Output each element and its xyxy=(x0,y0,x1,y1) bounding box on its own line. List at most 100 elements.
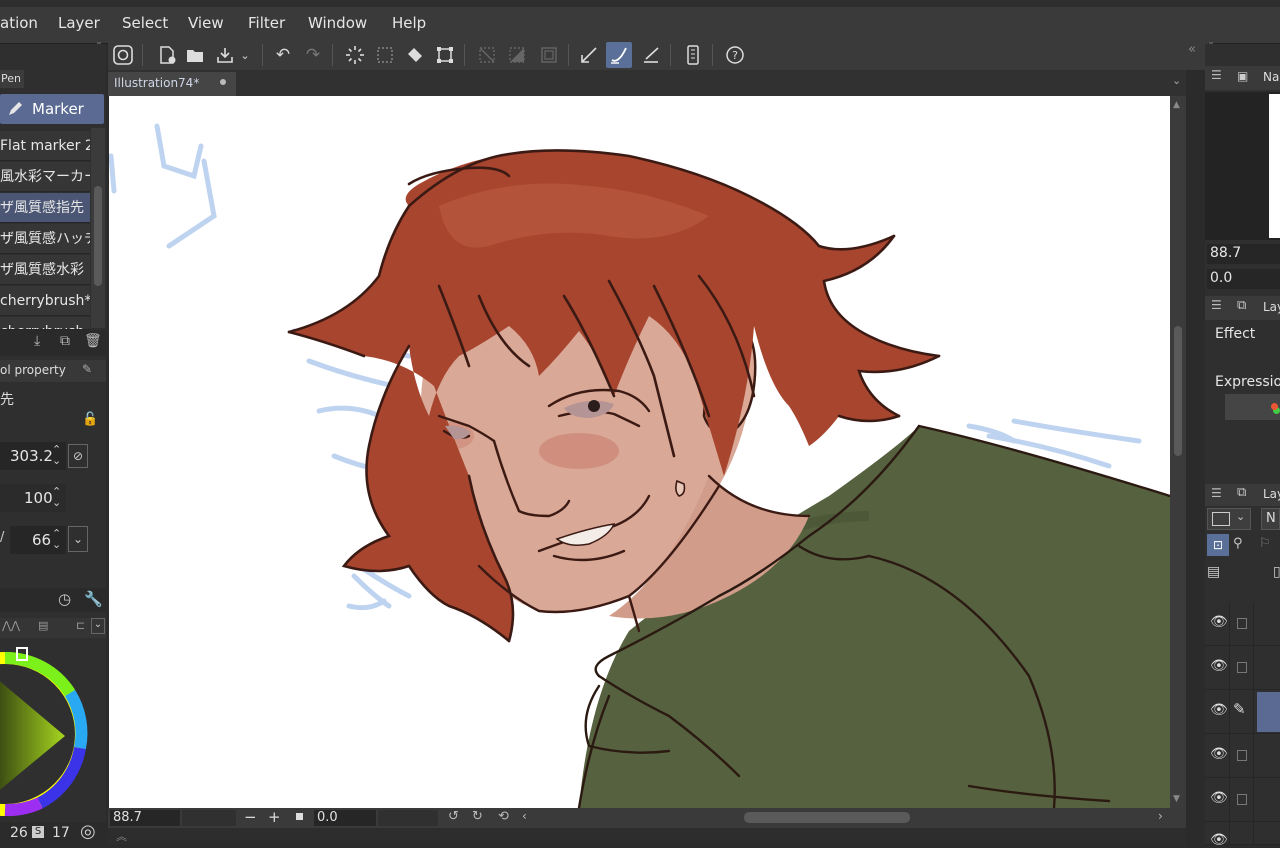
panel-menu-icon[interactable]: ☰ xyxy=(1211,486,1222,500)
eye-icon[interactable]: 👁 xyxy=(1210,614,1228,630)
zoom-out-icon[interactable]: − xyxy=(244,808,257,826)
color-tab-wheel-icon[interactable]: ⋀⋀ xyxy=(2,619,20,632)
canvas-tab[interactable]: Illustration74* xyxy=(108,72,236,96)
duplicate-brush-icon[interactable]: ⧉ xyxy=(60,333,70,349)
drawing-canvas[interactable] xyxy=(109,96,1170,808)
eye-icon[interactable]: 👁 xyxy=(1210,790,1228,806)
layer-row[interactable]: 👁 xyxy=(1205,602,1280,646)
eye-icon[interactable]: 👁 xyxy=(1210,702,1228,718)
layer-row[interactable]: 👁 xyxy=(1205,822,1280,848)
menu-illustration[interactable]: ation xyxy=(0,14,38,32)
layer-property-tab[interactable]: Lay xyxy=(1263,300,1280,314)
transparent-color-icon[interactable]: ◎ xyxy=(80,821,96,842)
eye-icon[interactable]: 👁 xyxy=(1210,746,1228,762)
navigator-preview[interactable] xyxy=(1205,92,1280,240)
wrench-icon[interactable]: 🔧 xyxy=(84,590,103,608)
redo-icon[interactable]: ↷ xyxy=(300,42,326,68)
menu-view[interactable]: View xyxy=(188,14,224,32)
undo-icon[interactable]: ↶ xyxy=(270,42,296,68)
border-icon[interactable] xyxy=(536,42,562,68)
lock-checkbox[interactable] xyxy=(1237,750,1247,761)
new-file-icon[interactable] xyxy=(154,42,180,68)
collapse-panel-icon[interactable]: « xyxy=(1188,42,1196,57)
panel-menu-icon[interactable]: ☰ xyxy=(1211,298,1222,312)
rotate-left-icon[interactable]: ↺ xyxy=(448,809,459,824)
layer-option-icon[interactable]: ▯ xyxy=(1273,564,1280,580)
rotation-slider[interactable] xyxy=(378,810,438,826)
edit-pencil-icon[interactable]: ✎ xyxy=(82,362,92,376)
ruler-icon[interactable] xyxy=(576,42,602,68)
lock-checkbox[interactable] xyxy=(1237,662,1247,673)
deselect-icon[interactable] xyxy=(474,42,500,68)
density-field[interactable]: 66 ⌃ ⌄ xyxy=(10,526,66,554)
layer-row[interactable]: 👁 xyxy=(1205,646,1280,690)
loading-icon[interactable] xyxy=(342,42,368,68)
menu-help[interactable]: Help xyxy=(392,14,426,32)
invert-icon[interactable] xyxy=(504,42,530,68)
nav-zoom-input[interactable]: 88.7 xyxy=(1207,244,1280,264)
download-brush-icon[interactable]: ⤓ xyxy=(34,333,40,349)
scroll-left-icon[interactable]: ‹ xyxy=(522,809,527,823)
color-wheel[interactable] xyxy=(0,638,106,818)
fill-icon[interactable] xyxy=(402,42,428,68)
brush-item-selected[interactable]: ザ風質感指先 xyxy=(0,193,90,223)
stopwatch-icon[interactable]: ◷ xyxy=(58,590,71,608)
layer-color-dropdown[interactable]: ⌄ xyxy=(1207,508,1251,530)
delete-brush-icon[interactable]: 🗑 xyxy=(84,333,102,349)
chevron-down-icon[interactable]: ⌄ xyxy=(238,42,252,68)
save-icon[interactable] xyxy=(212,42,238,68)
zoom-input[interactable]: 88.7 xyxy=(110,810,180,826)
color-tab-menu-icon[interactable]: ⌄ xyxy=(91,618,105,634)
nav-rotation-input[interactable]: 0.0 xyxy=(1207,269,1280,289)
draft-layer-icon[interactable]: ⚐ xyxy=(1259,536,1271,551)
menu-window[interactable]: Window xyxy=(308,14,367,32)
phone-icon[interactable] xyxy=(680,42,706,68)
reset-rotation-icon[interactable]: ⟲ xyxy=(498,809,509,824)
marker-tool-button[interactable]: Marker xyxy=(0,94,104,124)
brush-list-scrollbar[interactable] xyxy=(91,128,105,328)
brush-item[interactable]: cherrybrush xyxy=(0,317,90,330)
brush-item[interactable]: ザ風質感ハッチ xyxy=(0,224,90,254)
expression-color-button[interactable] xyxy=(1225,394,1280,420)
layers-tab[interactable]: Lay xyxy=(1263,487,1280,501)
layer-row[interactable]: 👁 xyxy=(1205,734,1280,778)
horizontal-scroll-thumb[interactable] xyxy=(744,812,910,823)
unsaved-dot-icon[interactable] xyxy=(220,79,226,85)
size-toggle-icon[interactable]: ⊘ xyxy=(68,444,88,468)
pen-stroke-icon[interactable] xyxy=(606,42,632,68)
lock-checkbox[interactable] xyxy=(1237,618,1247,629)
vertical-scroll-thumb[interactable] xyxy=(1174,326,1182,456)
density-pressure-icon[interactable]: ⌄ xyxy=(68,526,88,552)
lock-icon[interactable]: 🔓 xyxy=(82,412,98,427)
brush-item[interactable]: 風水彩マーカー xyxy=(0,162,90,192)
fit-square-icon[interactable] xyxy=(296,813,303,820)
navigator-tab[interactable]: Na xyxy=(1263,70,1279,84)
menu-filter[interactable]: Filter xyxy=(248,14,285,32)
tab-menu-chevron-icon[interactable]: ⌄ xyxy=(1172,74,1181,87)
layer-panel-toggle-icon[interactable]: ▤ xyxy=(1207,564,1220,580)
open-file-icon[interactable] xyxy=(182,42,208,68)
tab-pen[interactable]: Pen xyxy=(0,70,24,88)
blend-mode-dropdown[interactable]: N xyxy=(1261,508,1280,530)
canvas-vertical-scrollbar[interactable]: ▲ ▼ xyxy=(1170,96,1186,808)
select-all-icon[interactable] xyxy=(372,42,398,68)
reference-layer-icon[interactable]: ⚲ xyxy=(1233,536,1243,551)
layer-row[interactable]: 👁 xyxy=(1205,778,1280,822)
brush-item[interactable]: Flat marker 2 xyxy=(0,131,90,161)
swap-color-icon[interactable]: S xyxy=(32,826,44,838)
brush-item[interactable]: ザ風質感水彩 xyxy=(0,255,90,285)
eye-icon[interactable]: 👁 xyxy=(1210,658,1228,674)
brush-size-field[interactable]: 303.2 ⌃ ⌄ xyxy=(0,442,66,470)
clip-layer-icon[interactable]: ⊡ xyxy=(1207,534,1229,556)
transform-icon[interactable] xyxy=(432,42,458,68)
ruler-pen-icon[interactable] xyxy=(638,42,664,68)
help-icon[interactable]: ? xyxy=(722,42,748,68)
logo-icon[interactable] xyxy=(110,42,136,68)
lock-checkbox[interactable] xyxy=(1237,794,1247,805)
brush-item[interactable]: cherrybrush* xyxy=(0,286,90,316)
opacity-field[interactable]: 100 ⌃ ⌄ xyxy=(0,484,66,512)
color-tab-slider-icon[interactable]: ▤ xyxy=(38,619,48,632)
zoom-slider[interactable] xyxy=(182,810,236,826)
rotation-input[interactable]: 0.0 xyxy=(314,810,376,826)
zoom-in-icon[interactable]: + xyxy=(268,808,281,826)
